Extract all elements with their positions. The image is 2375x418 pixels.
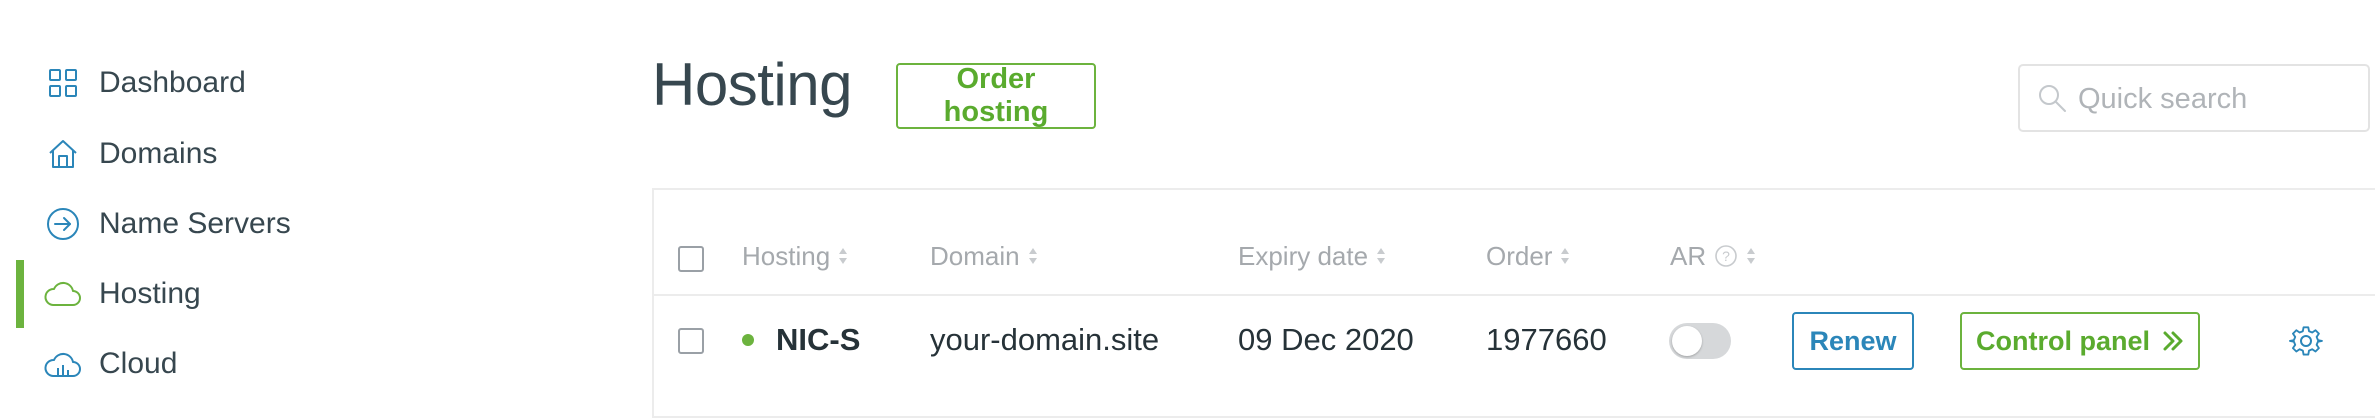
page-title: Hosting [652, 51, 852, 118]
control-panel-button[interactable]: Control panel [1960, 312, 2200, 370]
hosting-name: NIC-S [776, 322, 861, 357]
sidebar-item-label: Dashboard [99, 66, 246, 99]
hosting-cell: NIC-S [742, 314, 860, 366]
auto-renew-toggle[interactable] [1669, 323, 1731, 359]
expiry-date-cell: 09 Dec 2020 [1238, 322, 1414, 357]
sidebar-item-name-servers[interactable]: Name Servers [0, 196, 560, 252]
dashboard-grid-icon [44, 64, 82, 102]
sort-icon [1747, 248, 1756, 264]
sidebar-item-cloud[interactable]: Cloud [0, 336, 560, 392]
sidebar: Dashboard Domains Name Servers Hosting C… [0, 0, 600, 405]
sort-icon [839, 248, 848, 264]
circle-arrow-right-icon [44, 205, 82, 243]
sidebar-item-label: Domains [99, 137, 218, 170]
status-dot [742, 334, 754, 346]
sort-icon [1028, 248, 1037, 264]
cloud-bars-icon [44, 345, 82, 383]
sidebar-item-dashboard[interactable]: Dashboard [0, 55, 560, 111]
help-icon[interactable]: ? [1714, 244, 1738, 268]
column-header-order[interactable]: Order [1486, 230, 1571, 282]
house-icon [44, 135, 82, 173]
search-icon [2036, 82, 2068, 114]
hosting-table: Hosting Domain Expiry date Order AR ? NI… [652, 188, 2375, 418]
order-cell: 1977660 [1486, 322, 1607, 357]
sort-icon [1561, 248, 1570, 264]
header-divider [654, 294, 2375, 296]
search-input[interactable] [2076, 66, 2360, 132]
cloud-icon [44, 275, 82, 313]
column-header-expiry-date[interactable]: Expiry date [1238, 230, 1387, 282]
sidebar-item-hosting[interactable]: Hosting [0, 260, 560, 328]
double-chevron-right-icon [2163, 331, 2183, 351]
column-header-domain[interactable]: Domain [930, 230, 1039, 282]
renew-button[interactable]: Renew [1792, 312, 1914, 370]
column-header-ar[interactable]: AR ? [1670, 230, 1757, 282]
sidebar-item-label: Cloud [99, 347, 178, 380]
row-checkbox[interactable] [678, 328, 704, 354]
sidebar-item-label: Name Servers [99, 207, 291, 240]
select-all-checkbox[interactable] [678, 246, 704, 272]
sidebar-item-label: Hosting [99, 277, 201, 310]
svg-text:?: ? [1722, 248, 1730, 264]
quick-search [2018, 64, 2370, 132]
gear-icon[interactable] [2289, 324, 2323, 358]
domain-cell: your-domain.site [930, 322, 1160, 357]
active-indicator [16, 260, 24, 328]
sort-icon [1377, 248, 1386, 264]
order-hosting-button[interactable]: Order hosting [896, 63, 1096, 129]
sidebar-item-domains[interactable]: Domains [0, 126, 560, 182]
toggle-knob [1672, 326, 1702, 356]
column-header-hosting[interactable]: Hosting [742, 230, 849, 282]
